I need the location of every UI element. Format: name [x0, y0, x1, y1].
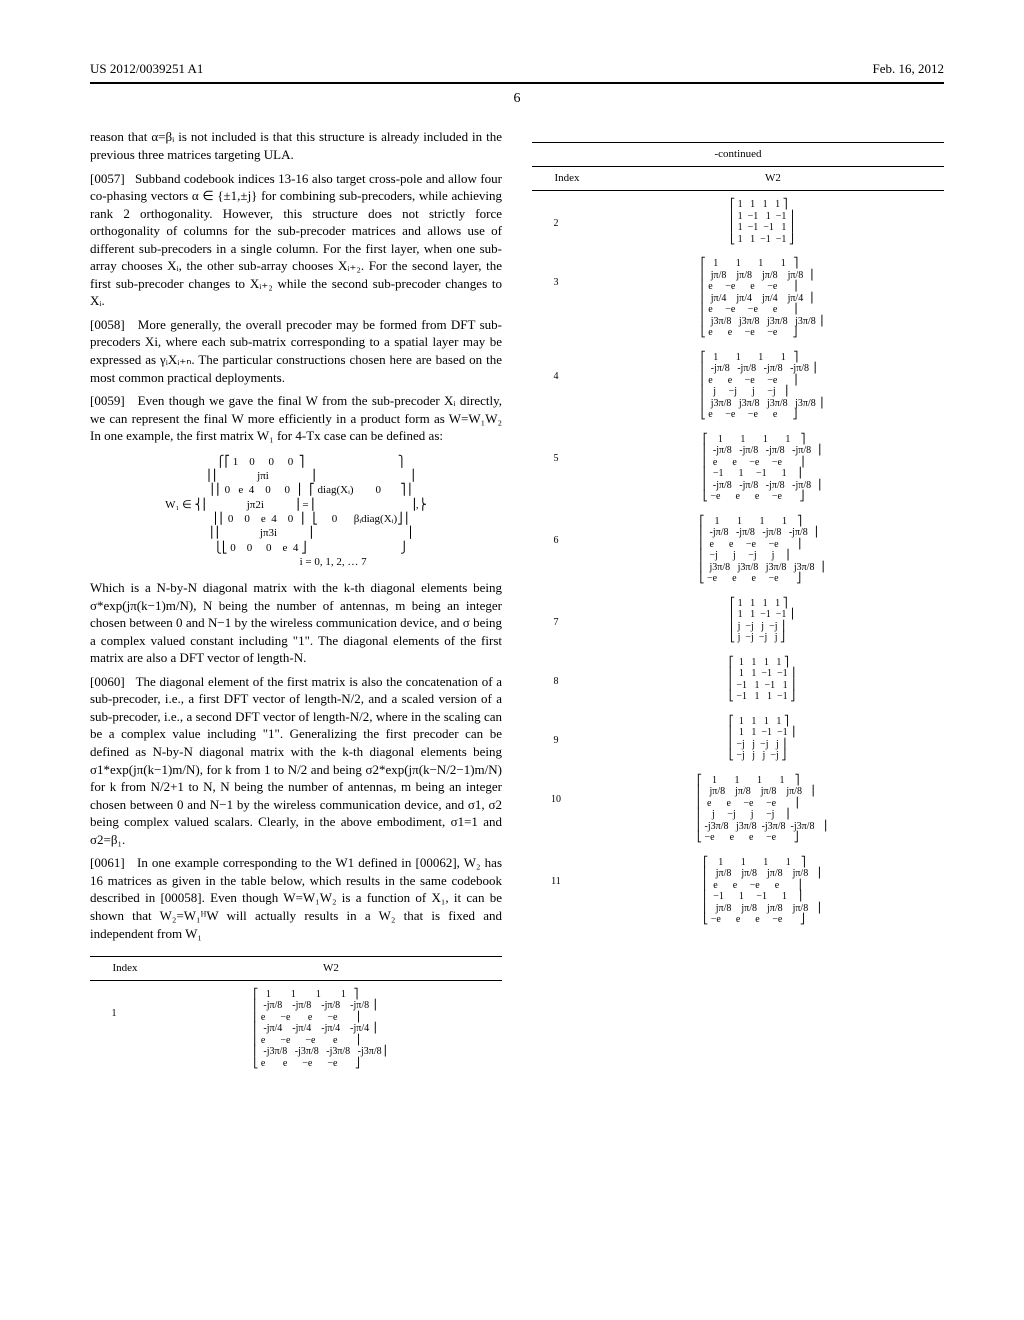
para-text: In one example corresponding to the W1 d…: [90, 855, 502, 940]
matrix: ⎡ 1 1 1 1 ⎤ ⎢ -jπ/8 -jπ/8 -jπ/8 -jπ/8 ⎥ …: [253, 989, 386, 1070]
matrix: ⎡ 1 1 1 1 ⎤ ⎢ jπ/8 jπ/8 jπ/8 jπ/8 ⎥ ⎢ e …: [703, 857, 820, 926]
cell-index: 3: [532, 258, 580, 340]
table-row: 3 ⎡ 1 1 1 1 ⎤ ⎢ jπ/8 jπ/8 jπ/8 jπ/8 ⎥ ⎢ …: [532, 252, 944, 346]
cell-index: 5: [532, 434, 580, 504]
col-head-index: Index: [90, 961, 160, 976]
table-row: 10 ⎡ 1 1 1 1 ⎤ ⎢ jπ/8 jπ/8 jπ/8 jπ/8 ⎥ ⎢…: [532, 769, 944, 851]
col-head-w2: W2: [602, 171, 944, 186]
table-row: 8 ⎡ 1 1 1 1 ⎤ ⎢ 1 1 −1 −1 ⎥ ⎢ −1 1 −1 1 …: [532, 651, 944, 710]
cell-matrix: ⎡ 1 1 1 1 ⎤ ⎢ 1 1 −1 −1 ⎥ ⎢ −1 1 −1 1 ⎥ …: [580, 657, 944, 704]
page-number: 6: [90, 90, 944, 109]
para-0060: [0060] The diagonal element of the first…: [90, 673, 502, 848]
doc-date: Feb. 16, 2012: [873, 60, 945, 78]
matrix: ⎡ 1 1 1 1 ⎤ ⎢ jπ/8 jπ/8 jπ/8 jπ/8 ⎥ ⎢ e …: [701, 258, 823, 339]
cell-matrix: ⎡ 1 1 1 1 ⎤ ⎢ jπ/8 jπ/8 jπ/8 jπ/8 ⎥ ⎢ e …: [580, 258, 944, 340]
matrix: ⎡ 1 1 1 1 ⎤ ⎢ -jπ/8 -jπ/8 -jπ/8 -jπ/8 ⎥ …: [700, 516, 825, 585]
cell-matrix: ⎡ 1 1 1 1 ⎤ ⎢ 1 1 −1 −1 ⎥ ⎢ −j j −j j ⎥ …: [580, 716, 944, 763]
cell-index: 8: [532, 657, 580, 704]
matrix: ⎡ 1 1 1 1 ⎤ ⎢ jπ/8 jπ/8 jπ/8 jπ/8 ⎥ ⎢ e …: [697, 775, 827, 844]
cell-index: 9: [532, 716, 580, 763]
para-0057: [0057] Subband codebook indices 13-16 al…: [90, 170, 502, 310]
table-header: Index W2: [90, 959, 502, 978]
table-row: 9 ⎡ 1 1 1 1 ⎤ ⎢ 1 1 −1 −1 ⎥ ⎢ −j j −j j …: [532, 710, 944, 769]
cell-index: 2: [532, 199, 580, 246]
para-num: [0061]: [90, 855, 125, 870]
para-mid: Which is a N-by-N diagonal matrix with t…: [90, 579, 502, 667]
para-num: [0059]: [90, 393, 125, 408]
para-num: [0058]: [90, 317, 125, 332]
para-text: More generally, the overall precoder may…: [90, 317, 502, 385]
rule: [90, 980, 502, 981]
matrix: ⎡ 1 1 1 1 ⎤ ⎢ 1 −1 1 −1 ⎥ ⎢ 1 −1 −1 1 ⎥ …: [730, 199, 794, 245]
content-columns: reason that α=βᵢ is not included is that…: [90, 128, 944, 1076]
cell-matrix: ⎡ 1 1 1 1 ⎤ ⎢ jπ/8 jπ/8 jπ/8 jπ/8 ⎥ ⎢ e …: [580, 775, 944, 845]
w2-table-right: -continued Index W2 2 ⎡ 1 1 1 1 ⎤ ⎢ 1 −1…: [532, 142, 944, 932]
matrix: ⎡ 1 1 1 1 ⎤ ⎢ 1 1 −1 −1 ⎥ ⎢ −j j −j j ⎥ …: [729, 716, 795, 762]
table-row: 1 ⎡ 1 1 1 1 ⎤ ⎢ -jπ/8 -jπ/8 -jπ/8 -jπ/8 …: [90, 983, 502, 1077]
continued-label: -continued: [532, 145, 944, 164]
cell-matrix: ⎡ 1 1 1 1 ⎤ ⎢ -jπ/8 -jπ/8 -jπ/8 -jπ/8 ⎥ …: [580, 434, 944, 504]
header-rule: [90, 82, 944, 84]
para-num: [0057]: [90, 171, 125, 186]
doc-number: US 2012/0039251 A1: [90, 60, 203, 78]
cell-index: 11: [532, 857, 580, 927]
table-row: 11 ⎡ 1 1 1 1 ⎤ ⎢ jπ/8 jπ/8 jπ/8 jπ/8 ⎥ ⎢…: [532, 851, 944, 933]
matrix: ⎡ 1 1 1 1 ⎤ ⎢ -jπ/8 -jπ/8 -jπ/8 -jπ/8 ⎥ …: [701, 352, 823, 421]
para-0058: [0058] More generally, the overall preco…: [90, 316, 502, 386]
rule: [90, 956, 502, 957]
left-column: reason that α=βᵢ is not included is that…: [90, 128, 502, 1076]
para-text: Even though we gave the final W from the…: [90, 393, 502, 443]
para-0059: [0059] Even though we gave the final W f…: [90, 392, 502, 445]
cell-index: 10: [532, 775, 580, 845]
cell-index: 6: [532, 516, 580, 586]
cell-index: 7: [532, 598, 580, 645]
page-header: US 2012/0039251 A1 Feb. 16, 2012: [90, 60, 944, 78]
cell-index: 1: [90, 989, 138, 1071]
matrix: ⎡ 1 1 1 1 ⎤ ⎢ -jπ/8 -jπ/8 -jπ/8 -jπ/8 ⎥ …: [703, 434, 821, 503]
col-head-index: Index: [532, 171, 602, 186]
para-num: [0060]: [90, 674, 125, 689]
table-row: 5 ⎡ 1 1 1 1 ⎤ ⎢ -jπ/8 -jπ/8 -jπ/8 -jπ/8 …: [532, 428, 944, 510]
w1-matrix: ⎧⎡ 1 0 0 0 ⎤ ⎫ ⎪⎢ jπi ⎥ ⎪ ⎪⎢ 0 e 4 0 0 ⎥…: [90, 455, 502, 569]
right-column: -continued Index W2 2 ⎡ 1 1 1 1 ⎤ ⎢ 1 −1…: [532, 128, 944, 1076]
para-text: Subband codebook indices 13-16 also targ…: [90, 171, 502, 309]
col-head-w2: W2: [160, 961, 502, 976]
cell-matrix: ⎡ 1 1 1 1 ⎤ ⎢ 1 −1 1 −1 ⎥ ⎢ 1 −1 −1 1 ⎥ …: [580, 199, 944, 246]
table-header: Index W2: [532, 169, 944, 188]
matrix: ⎡ 1 1 1 1 ⎤ ⎢ 1 1 −1 −1 ⎥ ⎢ −1 1 −1 1 ⎥ …: [729, 657, 795, 703]
table-row: 6 ⎡ 1 1 1 1 ⎤ ⎢ -jπ/8 -jπ/8 -jπ/8 -jπ/8 …: [532, 510, 944, 592]
para-text: The diagonal element of the first matrix…: [90, 674, 502, 847]
cell-matrix: ⎡ 1 1 1 1 ⎤ ⎢ -jπ/8 -jπ/8 -jπ/8 -jπ/8 ⎥ …: [580, 352, 944, 422]
rule: [532, 166, 944, 167]
rule: [532, 190, 944, 191]
cell-matrix: ⎡ 1 1 1 1 ⎤ ⎢ jπ/8 jπ/8 jπ/8 jπ/8 ⎥ ⎢ e …: [580, 857, 944, 927]
rule: [532, 142, 944, 143]
w2-table-left: Index W2 1 ⎡ 1 1 1 1 ⎤ ⎢ -jπ/8 -jπ/8 -jπ…: [90, 956, 502, 1076]
table-row: 2 ⎡ 1 1 1 1 ⎤ ⎢ 1 −1 1 −1 ⎥ ⎢ 1 −1 −1 1 …: [532, 193, 944, 252]
cell-matrix: ⎡ 1 1 1 1 ⎤ ⎢ 1 1 −1 −1 ⎥ ⎢ j −j j −j ⎥ …: [580, 598, 944, 645]
para-0061: [0061] In one example corresponding to t…: [90, 854, 502, 942]
matrix: ⎡ 1 1 1 1 ⎤ ⎢ 1 1 −1 −1 ⎥ ⎢ j −j j −j ⎥ …: [730, 598, 794, 644]
cell-matrix: ⎡ 1 1 1 1 ⎤ ⎢ -jπ/8 -jπ/8 -jπ/8 -jπ/8 ⎥ …: [138, 989, 502, 1071]
table-row: 4 ⎡ 1 1 1 1 ⎤ ⎢ -jπ/8 -jπ/8 -jπ/8 -jπ/8 …: [532, 346, 944, 428]
table-row: 7 ⎡ 1 1 1 1 ⎤ ⎢ 1 1 −1 −1 ⎥ ⎢ j −j j −j …: [532, 592, 944, 651]
para-intro: reason that α=βᵢ is not included is that…: [90, 128, 502, 163]
cell-matrix: ⎡ 1 1 1 1 ⎤ ⎢ -jπ/8 -jπ/8 -jπ/8 -jπ/8 ⎥ …: [580, 516, 944, 586]
cell-index: 4: [532, 352, 580, 422]
